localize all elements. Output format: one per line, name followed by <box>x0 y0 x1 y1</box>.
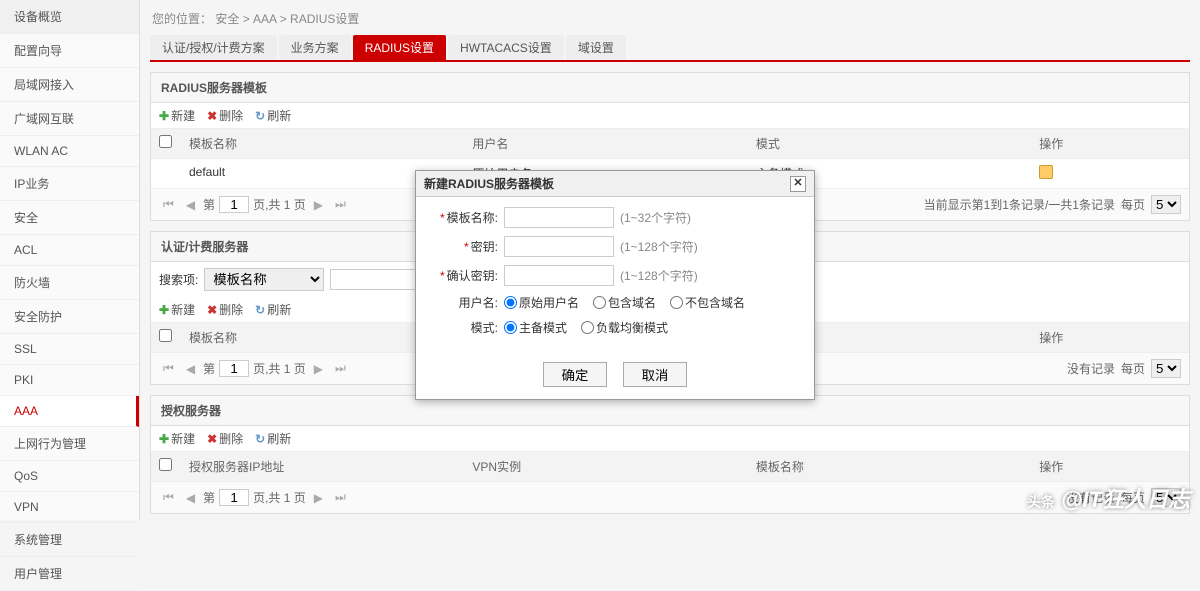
table-header: 授权服务器IP地址 VPN实例 模板名称 操作 <box>151 452 1189 482</box>
search-label: 搜索项: <box>159 271 198 288</box>
refresh-icon: ↻ <box>255 109 265 123</box>
tab-domain-settings[interactable]: 域设置 <box>566 35 626 60</box>
sidebar-wlan-ac[interactable]: WLAN AC <box>0 136 139 167</box>
sidebar-config-wizard[interactable]: 配置向导 <box>0 34 139 68</box>
first-page-icon[interactable]: ⏮ <box>159 197 178 212</box>
page-size-select[interactable]: 5 <box>1151 359 1181 378</box>
last-page-icon[interactable]: ⏭ <box>331 361 350 376</box>
section-title: RADIUS服务器模板 <box>151 73 1189 103</box>
radio-exclude-domain[interactable]: 不包含域名 <box>670 294 745 311</box>
sidebar-lan-access[interactable]: 局域网接入 <box>0 68 139 102</box>
tab-auth-scheme[interactable]: 认证/授权/计费方案 <box>150 35 277 60</box>
tab-radius-settings[interactable]: RADIUS设置 <box>353 35 446 60</box>
select-all-checkbox[interactable] <box>159 135 172 148</box>
toolbar: ✚新建 ✖删除 ↻刷新 <box>151 426 1189 452</box>
delete-button[interactable]: ✖删除 <box>207 301 243 318</box>
first-page-icon[interactable]: ⏮ <box>159 490 178 505</box>
tabs: 认证/授权/计费方案 业务方案 RADIUS设置 HWTACACS设置 域设置 <box>150 35 1190 62</box>
section-title: 授权服务器 <box>151 396 1189 426</box>
search-field-select[interactable]: 模板名称 <box>204 268 324 291</box>
x-icon: ✖ <box>207 303 217 317</box>
modal-title: 新建RADIUS服务器模板 <box>424 175 554 192</box>
sidebar-firewall[interactable]: 防火墙 <box>0 266 139 300</box>
refresh-icon: ↻ <box>255 303 265 317</box>
refresh-button[interactable]: ↻刷新 <box>255 430 291 447</box>
prev-page-icon[interactable]: ◀ <box>182 362 199 376</box>
sidebar-behavior-mgmt[interactable]: 上网行为管理 <box>0 427 139 461</box>
sidebar-qos[interactable]: QoS <box>0 461 139 492</box>
edit-icon[interactable] <box>1039 165 1053 179</box>
sidebar: 设备概览 配置向导 局域网接入 广域网互联 WLAN AC IP业务 安全 AC… <box>0 0 140 520</box>
page-size-select[interactable]: 5 <box>1151 195 1181 214</box>
select-all-checkbox[interactable] <box>159 458 172 471</box>
next-page-icon[interactable]: ▶ <box>310 362 327 376</box>
new-button[interactable]: ✚新建 <box>159 107 195 124</box>
next-page-icon[interactable]: ▶ <box>310 491 327 505</box>
prev-page-icon[interactable]: ◀ <box>182 491 199 505</box>
new-radius-template-modal: 新建RADIUS服务器模板 ✕ *模板名称: (1~32个字符) *密钥: (1… <box>415 170 815 400</box>
last-page-icon[interactable]: ⏭ <box>331 197 350 212</box>
modal-titlebar: 新建RADIUS服务器模板 ✕ <box>416 171 814 197</box>
sidebar-system-mgmt[interactable]: 系统管理 <box>0 523 139 557</box>
next-page-icon[interactable]: ▶ <box>310 198 327 212</box>
key-input[interactable] <box>504 236 614 257</box>
sidebar-ip-service[interactable]: IP业务 <box>0 167 139 201</box>
prev-page-icon[interactable]: ◀ <box>182 198 199 212</box>
cancel-button[interactable]: 取消 <box>623 362 688 387</box>
plus-icon: ✚ <box>159 303 169 317</box>
new-button[interactable]: ✚新建 <box>159 301 195 318</box>
sidebar-ssl[interactable]: SSL <box>0 334 139 365</box>
sidebar-wan[interactable]: 广域网互联 <box>0 102 139 136</box>
page-input[interactable] <box>219 196 249 213</box>
template-name-input[interactable] <box>504 207 614 228</box>
sidebar-aaa[interactable]: AAA <box>0 396 139 427</box>
confirm-key-input[interactable] <box>504 265 614 286</box>
refresh-button[interactable]: ↻刷新 <box>255 301 291 318</box>
radio-load-balance[interactable]: 负载均衡模式 <box>581 319 668 336</box>
last-page-icon[interactable]: ⏭ <box>331 490 350 505</box>
pager-info: 当前显示第1到1条记录/一共1条记录 <box>924 196 1115 213</box>
sidebar-pki[interactable]: PKI <box>0 365 139 396</box>
radio-master-backup[interactable]: 主备模式 <box>504 319 567 336</box>
select-all-checkbox[interactable] <box>159 329 172 342</box>
breadcrumb: 您的位置： 安全 > AAA > RADIUS设置 <box>150 6 1190 35</box>
plus-icon: ✚ <box>159 109 169 123</box>
tab-hwtacacs-settings[interactable]: HWTACACS设置 <box>448 35 564 60</box>
toolbar: ✚新建 ✖删除 ↻刷新 <box>151 103 1189 129</box>
sidebar-acl[interactable]: ACL <box>0 235 139 266</box>
sidebar-vpn[interactable]: VPN <box>0 492 139 523</box>
tab-service-scheme[interactable]: 业务方案 <box>279 35 351 60</box>
refresh-icon: ↻ <box>255 432 265 446</box>
x-icon: ✖ <box>207 109 217 123</box>
plus-icon: ✚ <box>159 432 169 446</box>
x-icon: ✖ <box>207 432 217 446</box>
delete-button[interactable]: ✖删除 <box>207 107 243 124</box>
close-icon[interactable]: ✕ <box>790 176 806 192</box>
ok-button[interactable]: 确定 <box>543 362 608 387</box>
new-button[interactable]: ✚新建 <box>159 430 195 447</box>
sidebar-security[interactable]: 安全 <box>0 201 139 235</box>
page-input[interactable] <box>219 360 249 377</box>
page-input[interactable] <box>219 489 249 506</box>
pager-info: 没有记录 <box>1067 360 1115 377</box>
sidebar-security-defense[interactable]: 安全防护 <box>0 300 139 334</box>
radio-include-domain[interactable]: 包含域名 <box>593 294 656 311</box>
sidebar-device-overview[interactable]: 设备概览 <box>0 0 139 34</box>
watermark: 头条 @IT狂人日志 <box>1027 482 1190 514</box>
refresh-button[interactable]: ↻刷新 <box>255 107 291 124</box>
radio-original-username[interactable]: 原始用户名 <box>504 294 579 311</box>
first-page-icon[interactable]: ⏮ <box>159 361 178 376</box>
sidebar-user-mgmt[interactable]: 用户管理 <box>0 557 139 591</box>
delete-button[interactable]: ✖删除 <box>207 430 243 447</box>
table-header: 模板名称 用户名 模式 操作 <box>151 129 1189 159</box>
